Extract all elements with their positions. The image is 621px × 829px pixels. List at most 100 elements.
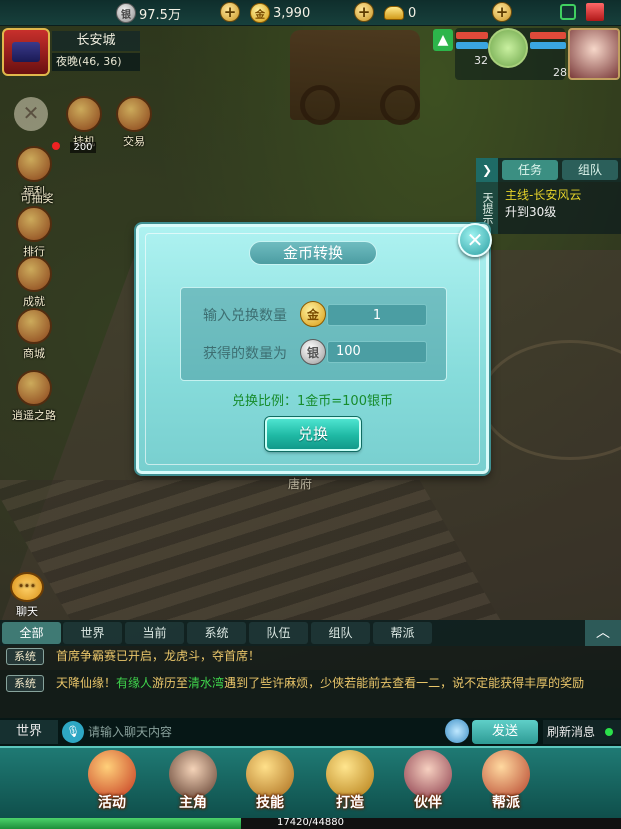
exchange-button[interactable]: 兑换	[265, 417, 361, 451]
network-icon	[560, 4, 576, 20]
hero-button[interactable]: 主角	[161, 750, 225, 814]
chat-text: 遇到了些许麻烦，少侠若能前去查看一二，说不定能获得丰厚的奖励	[224, 676, 585, 690]
chat-channel-selector[interactable]: 世界	[0, 720, 58, 744]
close-dialog-button[interactable]: ✕	[458, 223, 492, 257]
hero-mp-bar	[530, 42, 566, 49]
system-tag: 系统	[6, 648, 44, 665]
chat-tab-current[interactable]: 当前	[125, 622, 184, 644]
guild-label: 帮派	[492, 795, 520, 811]
chat-tab-team[interactable]: 组队	[311, 622, 370, 644]
city-name: 长安城	[52, 31, 140, 51]
fortune-road-button[interactable]: 逍遥之路	[6, 370, 62, 423]
chat-tab-guild[interactable]: 帮派	[373, 622, 432, 644]
pet-portrait[interactable]	[488, 28, 528, 68]
chat-highlight[interactable]: 清水湾	[188, 676, 224, 690]
silver-coin-icon: 银	[116, 3, 136, 23]
ingot-amount: 0	[408, 5, 417, 21]
exchange-form: 输入兑换数量 金 获得的数量为 银 100	[180, 287, 447, 381]
pet-mp-bar	[456, 42, 488, 49]
hero-label: 主角	[179, 795, 207, 811]
main-quest-title[interactable]: 主线-长安风云	[505, 186, 581, 203]
chat-tab-world[interactable]: 世界	[63, 622, 122, 644]
ingot-icon	[384, 6, 404, 20]
city-gate-icon[interactable]	[2, 28, 50, 76]
hero-hp-bar	[530, 32, 566, 39]
fortune-road-icon	[16, 370, 52, 406]
forge-label: 打造	[336, 795, 364, 811]
chat-tab-system[interactable]: 系统	[187, 622, 246, 644]
chat-text: 天降仙缘！	[56, 676, 117, 690]
hero-level: 28	[553, 66, 567, 79]
quest-collapse-button[interactable]: ❯	[476, 158, 498, 182]
guild-button[interactable]: 帮派	[474, 750, 538, 814]
gold-coin-icon: 金	[300, 301, 326, 327]
pet-hp-bar	[456, 32, 488, 39]
chat-button[interactable]: ••• 聊天	[8, 572, 46, 619]
event-flag-icon[interactable]	[586, 3, 604, 21]
emoji-icon[interactable]	[445, 719, 469, 743]
gate-label: 唐府	[288, 477, 313, 491]
coin-exchange-dialog: 金币转换 输入兑换数量 金 获得的数量为 银 100 兑换比例：1金币=100银…	[136, 224, 489, 474]
gold-amount: 3,990	[273, 5, 311, 21]
chat-tab-party[interactable]: 队伍	[249, 622, 308, 644]
silver-coin-icon: 银	[300, 339, 326, 365]
gold-coin-icon: 金	[250, 3, 270, 23]
chat-message: 天降仙缘！有缘人游历至清水湾遇到了些许麻烦，少侠若能前去查看一二，说不定能获得丰…	[56, 673, 616, 693]
skill-button[interactable]: 技能	[238, 750, 302, 814]
chat-collapse-button[interactable]: ︿	[585, 620, 621, 646]
tab-team[interactable]: 组队	[562, 160, 618, 180]
anvil-icon	[326, 750, 374, 798]
welfare-icon	[16, 146, 52, 182]
ranking-icon	[16, 206, 52, 242]
notification-dot	[52, 142, 60, 150]
dialog-title: 金币转换	[249, 241, 377, 265]
collapse-menu-button[interactable]: ✕	[14, 97, 48, 131]
partner-button[interactable]: 伙伴	[396, 750, 460, 814]
ingot-display: 0	[384, 2, 416, 24]
draw-label-wrap: 可抽奖	[12, 190, 62, 206]
map-coordinates: 夜晚(46, 36)	[52, 53, 140, 71]
chat-highlight[interactable]: 有缘人	[116, 676, 152, 690]
shop-button[interactable]: 商城	[12, 308, 56, 361]
shop-icon	[16, 308, 52, 344]
chat-button-label: 聊天	[16, 605, 38, 618]
resource-bar	[0, 0, 621, 26]
exchange-result-value: 100	[327, 341, 427, 363]
activity-label: 活动	[98, 795, 126, 811]
add-silver-button[interactable]: +	[220, 2, 240, 22]
achievement-button[interactable]: 成就	[12, 256, 56, 309]
chat-message: 首席争霸赛已开启，龙虎斗，夺首席！	[56, 649, 261, 663]
add-gold-button[interactable]: +	[354, 2, 374, 22]
forge-button[interactable]: 打造	[318, 750, 382, 814]
refresh-status-dot	[605, 728, 613, 736]
tab-task[interactable]: 任务	[502, 160, 558, 180]
experience-text: 17420/44880	[277, 817, 344, 828]
silver-display: 银 97.5万	[116, 2, 181, 24]
skill-book-icon	[246, 750, 294, 798]
shop-label: 商城	[23, 347, 45, 360]
system-tag: 系统	[6, 675, 44, 692]
location-panel[interactable]: 长安城 夜晚(46, 36)	[2, 28, 140, 76]
partner-icon	[404, 750, 452, 798]
hangup-icon	[66, 96, 102, 132]
exchange-amount-input[interactable]	[327, 304, 427, 326]
add-ingot-button[interactable]: +	[492, 2, 512, 22]
activity-icon	[88, 750, 136, 798]
ranking-button[interactable]: 排行	[12, 206, 56, 259]
chat-tab-all[interactable]: 全部	[2, 622, 61, 644]
input-amount-label: 输入兑换数量	[203, 308, 287, 324]
exchange-ratio: 兑换比例：1金币=100银币	[232, 394, 393, 409]
chat-input[interactable]	[88, 721, 438, 743]
activity-button[interactable]: 活动	[80, 750, 144, 814]
skill-label: 技能	[256, 795, 284, 811]
level-up-arrow-icon[interactable]: ▲	[433, 29, 453, 51]
hero-icon	[169, 750, 217, 798]
achievement-label: 成就	[23, 295, 45, 308]
microphone-icon[interactable]: 🎙	[62, 721, 84, 743]
output-amount-label: 获得的数量为	[203, 346, 287, 362]
trade-icon	[116, 96, 152, 132]
hero-portrait[interactable]	[568, 28, 620, 80]
guild-scroll-icon	[482, 750, 530, 798]
trade-button[interactable]: 交易	[112, 96, 156, 149]
send-button[interactable]: 发送	[472, 720, 538, 744]
